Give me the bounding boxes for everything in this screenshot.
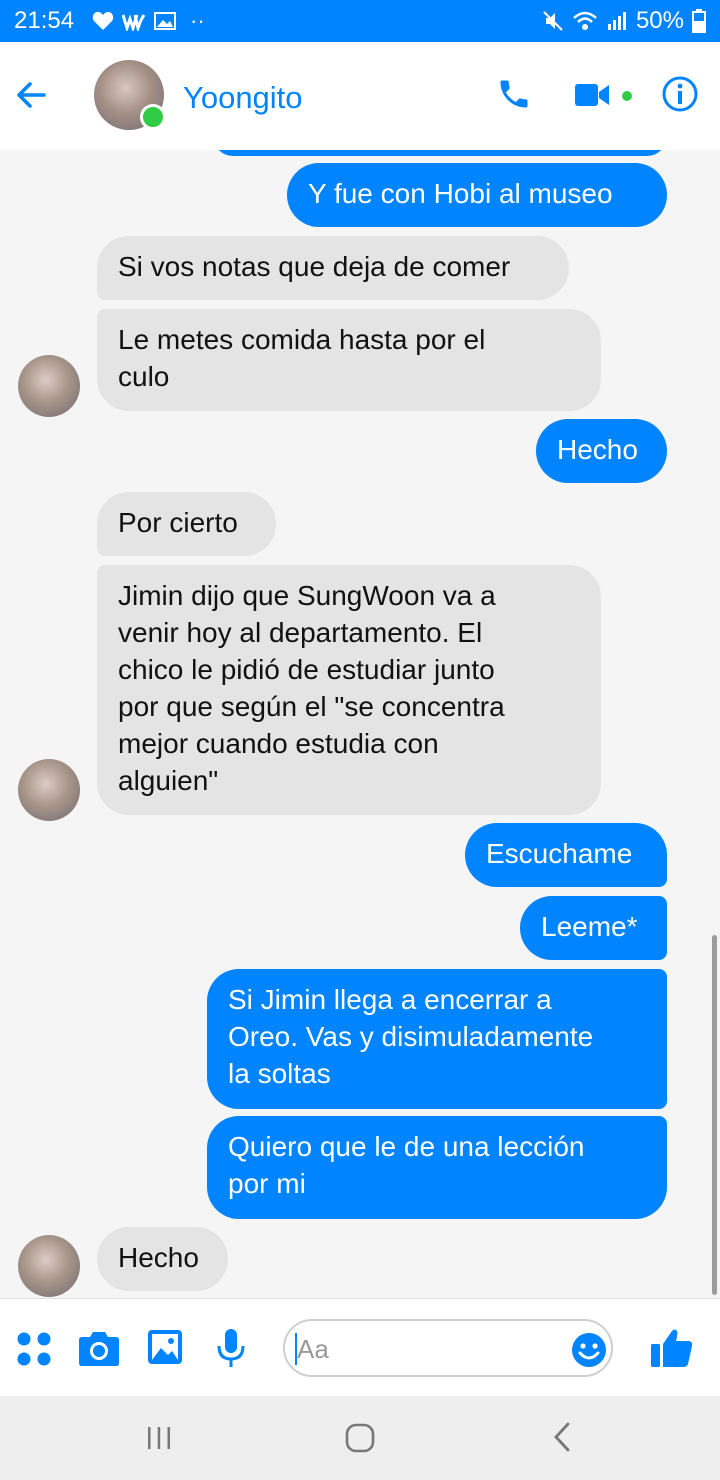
emoji-icon[interactable] <box>571 1332 607 1368</box>
recent-apps-icon[interactable] <box>145 1424 173 1452</box>
message-list[interactable]: Y fue con Hobi al museo Si vos notas que… <box>0 150 720 1298</box>
notification-icons: ·· <box>92 8 205 34</box>
message-bubble-outgoing[interactable]: Quiero que le de una lección por mi <box>207 1116 667 1219</box>
message-bubble-incoming[interactable]: Jimin dijo que SungWoon va a venir hoy a… <box>97 565 601 815</box>
webtoon-icon <box>122 14 146 31</box>
message-bubble-incoming[interactable]: Hecho <box>97 1227 228 1291</box>
contact-avatar-small[interactable] <box>18 759 80 821</box>
message-bubble-incoming[interactable]: Si vos notas que deja de comer <box>97 236 569 300</box>
info-icon[interactable] <box>662 76 698 112</box>
battery-level: 50% <box>635 7 684 34</box>
status-right: 50% <box>542 7 706 35</box>
contact-avatar-small[interactable] <box>18 355 80 417</box>
more-notifications-icon: ·· <box>190 8 205 33</box>
signal-icon <box>607 12 626 30</box>
home-icon[interactable] <box>344 1422 376 1454</box>
message-bubble-outgoing[interactable]: Leeme* <box>520 896 667 960</box>
contact-name[interactable]: Yoongito <box>183 80 303 116</box>
battery-icon <box>692 9 706 33</box>
status-bar: 21:54 ·· 50% <box>0 0 720 42</box>
thumbs-up-icon[interactable] <box>650 1327 694 1369</box>
message-bubble-outgoing[interactable]: Y fue con Hobi al museo <box>287 163 667 227</box>
scrollbar[interactable] <box>712 935 717 1295</box>
message-bubble-outgoing[interactable]: Escuchame <box>465 823 667 887</box>
mute-icon <box>543 11 563 31</box>
gallery-icon <box>154 12 176 30</box>
online-status-dot <box>140 104 166 130</box>
camera-icon[interactable] <box>78 1329 120 1367</box>
back-arrow-icon[interactable] <box>14 78 48 112</box>
composer-bar: Aa <box>0 1298 720 1397</box>
message-bubble-incoming[interactable]: Por cierto <box>97 492 276 556</box>
microphone-icon[interactable] <box>216 1327 246 1369</box>
heart-icon <box>92 11 114 30</box>
conversation-header: Yoongito <box>0 42 720 151</box>
message-bubble-outgoing[interactable]: Hecho <box>536 419 667 483</box>
video-active-dot <box>622 91 632 101</box>
phone-icon[interactable] <box>496 76 532 112</box>
status-time: 21:54 <box>14 7 75 34</box>
wifi-icon <box>573 11 597 30</box>
back-icon[interactable] <box>550 1420 574 1454</box>
image-icon[interactable] <box>147 1329 183 1365</box>
video-camera-icon[interactable] <box>574 82 610 108</box>
message-input-placeholder: Aa <box>297 1334 329 1364</box>
message-bubble-partial <box>213 150 667 156</box>
message-bubble-outgoing[interactable]: Si Jimin llega a encerrar a Oreo. Vas y … <box>207 969 667 1109</box>
message-bubble-incoming[interactable]: Le metes comida hasta por el culo <box>97 309 601 411</box>
contact-avatar-small[interactable] <box>18 1235 80 1297</box>
apps-icon[interactable] <box>16 1331 52 1367</box>
message-input[interactable]: Aa <box>283 1319 613 1377</box>
system-navigation-bar <box>0 1396 720 1480</box>
